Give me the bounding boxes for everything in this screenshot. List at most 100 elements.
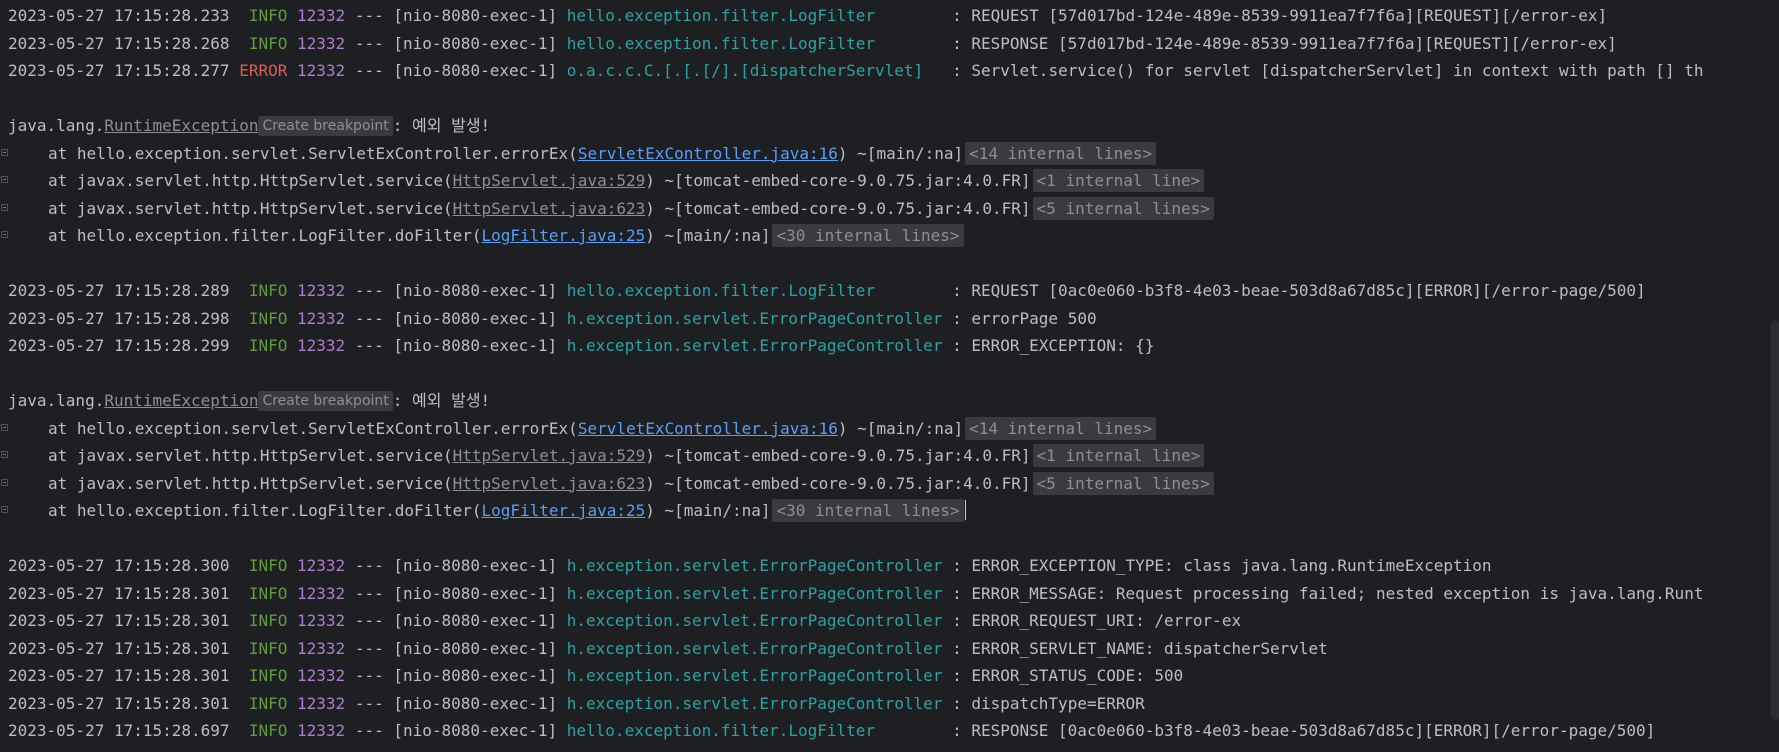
log-separator: --- (354, 721, 384, 740)
log-line[interactable]: 2023-05-27 17:15:28.301 INFO 12332 --- [… (0, 607, 1779, 635)
fold-gutter-icon[interactable] (1, 203, 8, 211)
log-timestamp: 2023-05-27 17:15:28.300 (8, 556, 230, 575)
source-file-link[interactable]: HttpServlet.java:623 (453, 199, 646, 218)
log-pid: 12332 (297, 721, 346, 740)
log-timestamp: 2023-05-27 17:15:28.697 (8, 721, 230, 740)
fold-gutter-icon[interactable] (1, 231, 8, 238)
log-level: INFO (248, 666, 288, 685)
log-logger: h.exception.servlet.ErrorPageController (566, 308, 943, 328)
log-pid: 12332 (297, 556, 346, 575)
log-pid: 12332 (297, 611, 346, 630)
internal-lines-toggle[interactable]: <14 internal lines> (965, 141, 1157, 165)
log-message: : ERROR_EXCEPTION_TYPE: class java.lang.… (952, 556, 1492, 575)
log-line[interactable]: 2023-05-27 17:15:28.301 INFO 12332 --- [… (0, 690, 1779, 718)
log-line[interactable]: 2023-05-27 17:15:28.301 INFO 12332 --- [… (0, 635, 1779, 663)
fold-gutter-icon[interactable] (1, 176, 8, 183)
log-thread: [nio-8080-exec-1] (393, 556, 558, 575)
log-message: : errorPage 500 (952, 308, 1097, 328)
fold-gutter-icon[interactable] (1, 451, 8, 458)
stack-frame-module: ) ~[tomcat-embed-core-9.0.75.jar:4.0.FR] (645, 171, 1031, 190)
log-logger: o.a.c.c.C.[.[.[/].[dispatcherServlet] (566, 61, 924, 80)
internal-lines-toggle[interactable]: <5 internal lines> (1032, 196, 1214, 220)
exception-class-link[interactable]: RuntimeException (104, 116, 258, 135)
fold-gutter-icon[interactable] (1, 506, 8, 513)
log-separator: --- (354, 281, 384, 300)
stack-frame: at javax.servlet.http.HttpServlet.servic… (0, 470, 1779, 498)
log-line[interactable]: 2023-05-27 17:15:28.298 INFO 12332 --- [… (0, 305, 1779, 333)
vertical-scrollbar[interactable] (1771, 320, 1779, 720)
text-caret (964, 500, 966, 520)
fold-gutter-icon[interactable] (1, 478, 8, 486)
source-file-link[interactable]: LogFilter.java:25 (481, 501, 645, 520)
stack-frame-module: ) ~[main/:na] (837, 143, 964, 163)
source-file-link[interactable]: LogFilter.java:25 (481, 226, 645, 245)
stack-frame-method: at hello.exception.filter.LogFilter.doFi… (48, 501, 482, 520)
log-separator: --- (354, 6, 384, 25)
exception-class-link[interactable]: RuntimeException (104, 391, 258, 410)
source-file-link[interactable]: HttpServlet.java:623 (453, 474, 646, 493)
source-file-link[interactable]: HttpServlet.java:529 (453, 446, 646, 465)
log-pid: 12332 (297, 336, 346, 355)
log-thread: [nio-8080-exec-1] (393, 583, 558, 603)
log-line[interactable]: 2023-05-27 17:15:28.289 INFO 12332 --- [… (0, 277, 1779, 305)
log-message: : ERROR_MESSAGE: Request processing fail… (952, 583, 1704, 603)
console-output[interactable]: 2023-05-27 17:15:28.233 INFO 12332 --- [… (0, 0, 1779, 752)
log-thread: [nio-8080-exec-1] (393, 693, 558, 713)
internal-lines-toggle[interactable]: <30 internal lines> (772, 499, 964, 522)
log-line[interactable]: 2023-05-27 17:15:28.301 INFO 12332 --- [… (0, 580, 1779, 608)
log-padding (875, 281, 952, 300)
log-level: INFO (248, 281, 288, 300)
log-line[interactable]: 2023-05-27 17:15:28.277 ERROR 12332 --- … (0, 57, 1779, 85)
log-line[interactable]: 2023-05-27 17:15:28.301 INFO 12332 --- [… (0, 662, 1779, 690)
internal-lines-toggle[interactable]: <1 internal line> (1032, 444, 1205, 467)
log-level: INFO (248, 308, 288, 328)
log-timestamp: 2023-05-27 17:15:28.277 (8, 61, 230, 80)
source-file-link[interactable]: ServletExController.java:16 (578, 144, 838, 163)
log-line[interactable]: 2023-05-27 17:15:28.233 INFO 12332 --- [… (0, 2, 1779, 30)
create-breakpoint-hint[interactable]: Create breakpoint (258, 116, 393, 136)
stack-frame: at hello.exception.servlet.ServletExCont… (0, 415, 1779, 443)
internal-lines-toggle[interactable]: <14 internal lines> (965, 416, 1157, 440)
log-line[interactable]: 2023-05-27 17:15:28.299 INFO 12332 --- [… (0, 332, 1779, 360)
log-line[interactable]: 2023-05-27 17:15:28.268 INFO 12332 --- [… (0, 30, 1779, 58)
internal-lines-toggle[interactable]: <1 internal line> (1032, 169, 1205, 192)
internal-lines-toggle[interactable]: <5 internal lines> (1032, 471, 1214, 495)
exception-message: : 예외 발생! (392, 391, 491, 410)
log-logger: h.exception.servlet.ErrorPageController (566, 583, 943, 603)
log-logger: hello.exception.filter.LogFilter (566, 6, 876, 25)
log-line[interactable]: 2023-05-27 17:15:28.300 INFO 12332 --- [… (0, 552, 1779, 580)
create-breakpoint-hint[interactable]: Create breakpoint (258, 391, 393, 411)
exception-package: java.lang. (8, 391, 105, 410)
log-level: ERROR (239, 61, 288, 80)
source-file-link[interactable]: HttpServlet.java:529 (453, 171, 646, 190)
log-message: : REQUEST [57d017bd-124e-489e-8539-9911e… (952, 6, 1608, 25)
console-lines: 2023-05-27 17:15:28.233 INFO 12332 --- [… (0, 2, 1779, 745)
log-timestamp: 2023-05-27 17:15:28.301 (8, 666, 230, 685)
log-logger: h.exception.servlet.ErrorPageController (566, 638, 943, 658)
stack-frame-method: at javax.servlet.http.HttpServlet.servic… (48, 171, 453, 190)
log-padding (942, 611, 952, 630)
log-logger: h.exception.servlet.ErrorPageController (566, 336, 943, 355)
log-thread: [nio-8080-exec-1] (393, 336, 558, 355)
log-pid: 12332 (297, 638, 346, 658)
stack-frame: at hello.exception.filter.LogFilter.doFi… (0, 222, 1779, 250)
fold-gutter-icon[interactable] (1, 423, 8, 431)
log-padding (942, 666, 952, 685)
log-pid: 12332 (297, 308, 346, 328)
log-padding (942, 639, 952, 658)
log-message: : RESPONSE [0ac0e060-b3f8-4e03-beae-503d… (952, 721, 1656, 740)
log-timestamp: 2023-05-27 17:15:28.301 (8, 611, 230, 630)
log-padding (942, 336, 952, 355)
log-message: : ERROR_REQUEST_URI: /error-ex (952, 611, 1242, 630)
log-line[interactable]: 2023-05-27 17:15:28.697 INFO 12332 --- [… (0, 717, 1779, 745)
source-file-link[interactable]: ServletExController.java:16 (578, 419, 838, 438)
log-padding (942, 694, 952, 713)
stack-frame-method: at javax.servlet.http.HttpServlet.servic… (48, 473, 453, 493)
log-message: : Servlet.service() for servlet [dispatc… (952, 61, 1704, 80)
internal-lines-toggle[interactable]: <30 internal lines> (772, 224, 964, 247)
log-message: : dispatchType=ERROR (952, 693, 1145, 713)
exception-message: : 예외 발생! (392, 116, 491, 135)
fold-gutter-icon[interactable] (1, 148, 8, 156)
exception-header: java.lang.RuntimeException Create breakpo… (0, 112, 1779, 140)
